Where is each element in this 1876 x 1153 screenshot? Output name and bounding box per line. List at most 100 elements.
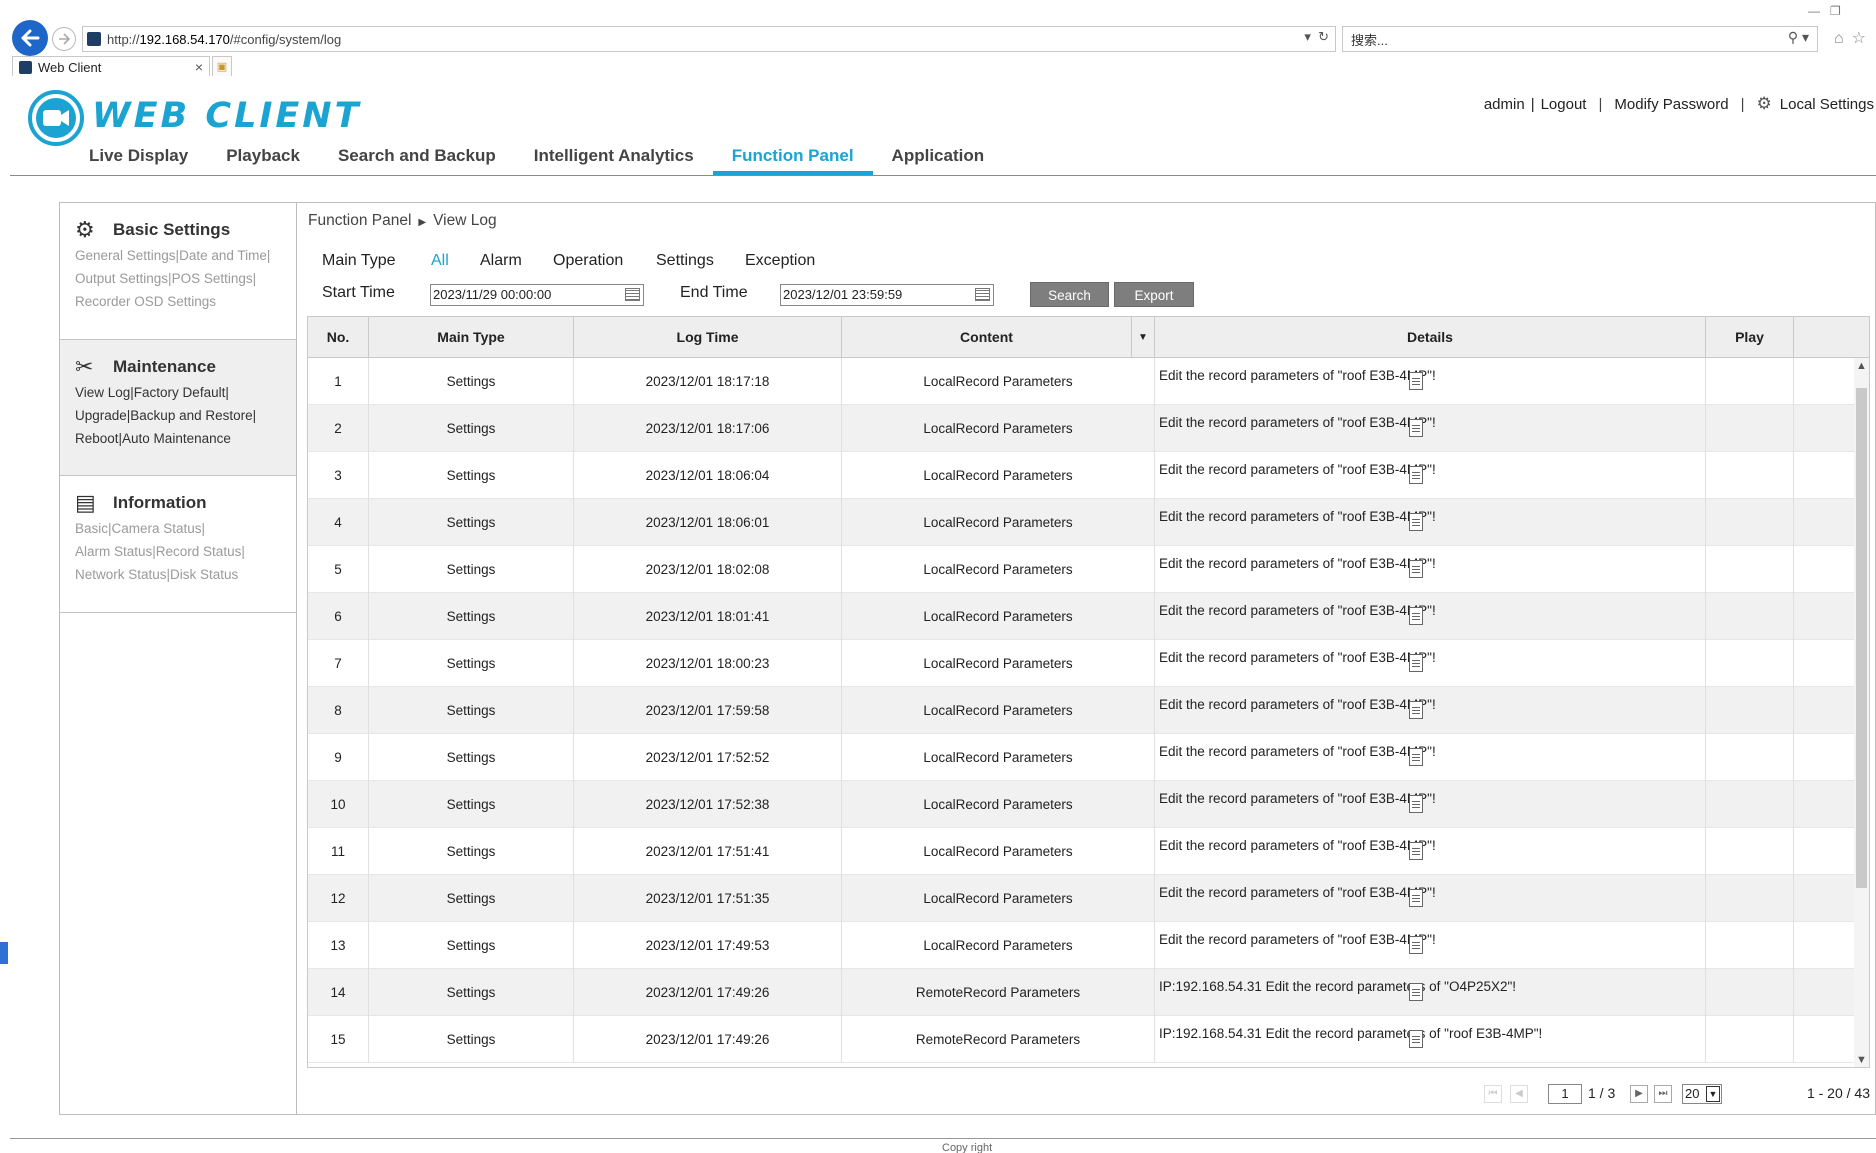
document-icon[interactable]	[1409, 466, 1423, 484]
table-row[interactable]: 13 Settings 2023/12/01 17:49:53 LocalRecord…	[308, 922, 1856, 969]
filter-operation[interactable]: Operation	[553, 252, 656, 270]
new-tab-icon[interactable]: ▣	[212, 56, 232, 78]
cell-play[interactable]	[1706, 546, 1794, 593]
table-row[interactable]: 12 Settings 2023/12/01 17:51:35 LocalRecord…	[308, 875, 1856, 922]
sidebar-links-line[interactable]: Alarm Status|Record Status|	[75, 540, 297, 563]
cell-play[interactable]	[1706, 687, 1794, 734]
document-icon[interactable]	[1409, 889, 1423, 907]
sidebar-section-information[interactable]: ▤ Information Basic|Camera Status| Alarm…	[60, 476, 297, 613]
search-icon[interactable]: ⚲ ▾	[1788, 29, 1809, 46]
cell-play[interactable]	[1706, 593, 1794, 640]
browser-search-input[interactable]: 搜索... ⚲ ▾	[1342, 26, 1818, 52]
filter-settings[interactable]: Settings	[656, 252, 745, 270]
nav-search-and-backup[interactable]: Search and Backup	[319, 144, 515, 175]
sidebar-links-line[interactable]: General Settings|Date and Time|	[75, 244, 297, 267]
start-time-input[interactable]: 2023/11/29 00:00:00	[430, 284, 644, 306]
sidebar-links-line[interactable]: Upgrade|Backup and Restore|	[75, 404, 297, 427]
forward-button[interactable]	[52, 27, 76, 51]
nav-function-panel[interactable]: Function Panel	[712, 144, 873, 175]
table-row[interactable]: 11 Settings 2023/12/01 17:51:41 LocalRecord…	[308, 828, 1856, 875]
table-row[interactable]: 15 Settings 2023/12/01 17:49:26 RemoteRecor…	[308, 1016, 1856, 1063]
export-button[interactable]: Export	[1114, 282, 1194, 307]
cell-play[interactable]	[1706, 1016, 1794, 1063]
cell-play[interactable]	[1706, 640, 1794, 687]
document-icon[interactable]	[1409, 560, 1423, 578]
document-icon[interactable]	[1409, 654, 1423, 672]
sidebar-links-line[interactable]: Output Settings|POS Settings|	[75, 267, 297, 290]
calendar-icon[interactable]	[975, 288, 990, 301]
nav-intelligent-analytics[interactable]: Intelligent Analytics	[515, 144, 713, 175]
scroll-up-icon[interactable]: ▲	[1856, 360, 1867, 372]
end-time-input[interactable]: 2023/12/01 23:59:59	[780, 284, 994, 306]
document-icon[interactable]	[1409, 513, 1423, 531]
first-page-icon[interactable]: ⏮	[1484, 1085, 1502, 1103]
table-row[interactable]: 4 Settings 2023/12/01 18:06:01 LocalRecord …	[308, 499, 1856, 546]
table-scrollbar[interactable]: ▲ ▼	[1854, 358, 1869, 1067]
document-icon[interactable]	[1409, 1030, 1423, 1048]
window-controls[interactable]: — ❐	[1808, 4, 1868, 18]
chevron-down-icon[interactable]: ▼	[1706, 1086, 1720, 1102]
last-page-icon[interactable]: ⏭	[1654, 1085, 1672, 1103]
cell-play[interactable]	[1706, 358, 1794, 405]
document-icon[interactable]	[1409, 372, 1423, 390]
address-bar[interactable]: http://192.168.54.170/#config/system/log…	[82, 26, 1336, 52]
cell-play[interactable]	[1706, 499, 1794, 546]
table-row[interactable]: 1 Settings 2023/12/01 18:17:18 LocalRecord …	[308, 358, 1856, 405]
table-row[interactable]: 5 Settings 2023/12/01 18:02:08 LocalRecord …	[308, 546, 1856, 593]
document-icon[interactable]	[1409, 748, 1423, 766]
side-widget-icon[interactable]	[0, 942, 8, 964]
document-icon[interactable]	[1409, 607, 1423, 625]
local-settings-link[interactable]: Local Settings	[1780, 96, 1874, 113]
content-filter-dropdown-icon[interactable]: ▼	[1132, 317, 1155, 358]
refresh-icon[interactable]: ▾ ↻	[1304, 29, 1329, 45]
sidebar-links-line[interactable]: Recorder OSD Settings	[75, 290, 297, 313]
table-row[interactable]: 2 Settings 2023/12/01 18:17:06 LocalRecord …	[308, 405, 1856, 452]
filter-exception[interactable]: Exception	[745, 252, 815, 270]
nav-playback[interactable]: Playback	[207, 144, 319, 175]
nav-live-display[interactable]: Live Display	[70, 144, 207, 175]
search-button[interactable]: Search	[1030, 282, 1109, 307]
document-icon[interactable]	[1409, 842, 1423, 860]
table-row[interactable]: 7 Settings 2023/12/01 18:00:23 LocalRecord …	[308, 640, 1856, 687]
next-page-icon[interactable]: ▶	[1630, 1085, 1648, 1103]
cell-play[interactable]	[1706, 781, 1794, 828]
table-row[interactable]: 3 Settings 2023/12/01 18:06:04 LocalRecord …	[308, 452, 1856, 499]
page-size-select[interactable]: 20 ▼	[1682, 1084, 1722, 1104]
filter-all[interactable]: All	[431, 252, 480, 270]
sidebar-links-line[interactable]: Basic|Camera Status|	[75, 517, 297, 540]
document-icon[interactable]	[1409, 983, 1423, 1001]
modify-password-link[interactable]: Modify Password	[1614, 96, 1728, 113]
sidebar-links-line[interactable]: Network Status|Disk Status	[75, 563, 297, 586]
prev-page-icon[interactable]: ◀	[1510, 1085, 1528, 1103]
cell-play[interactable]	[1706, 452, 1794, 499]
table-row[interactable]: 10 Settings 2023/12/01 17:52:38 LocalRecord…	[308, 781, 1856, 828]
document-icon[interactable]	[1409, 419, 1423, 437]
sidebar-section-basic-settings[interactable]: ⚙ Basic Settings General Settings|Date a…	[60, 203, 297, 340]
sidebar-section-maintenance[interactable]: ✂ Maintenance View Log|Factory Default| …	[60, 340, 297, 476]
cell-play[interactable]	[1706, 828, 1794, 875]
sidebar-links-line[interactable]: View Log|Factory Default|	[75, 381, 297, 404]
nav-application[interactable]: Application	[873, 144, 1004, 175]
table-row[interactable]: 9 Settings 2023/12/01 17:52:52 LocalRecord …	[308, 734, 1856, 781]
scroll-down-icon[interactable]: ▼	[1856, 1054, 1867, 1066]
close-icon[interactable]: ×	[195, 59, 203, 75]
document-icon[interactable]	[1409, 936, 1423, 954]
page-number-input[interactable]: 1	[1548, 1084, 1582, 1104]
browser-tab[interactable]: Web Client ×	[12, 56, 210, 78]
back-button[interactable]	[12, 20, 48, 56]
table-row[interactable]: 6 Settings 2023/12/01 18:01:41 LocalRecord …	[308, 593, 1856, 640]
calendar-icon[interactable]	[625, 288, 640, 301]
document-icon[interactable]	[1409, 701, 1423, 719]
table-row[interactable]: 8 Settings 2023/12/01 17:59:58 LocalRecord …	[308, 687, 1856, 734]
table-row[interactable]: 14 Settings 2023/12/01 17:49:26 RemoteRecor…	[308, 969, 1856, 1016]
cell-play[interactable]	[1706, 734, 1794, 781]
document-icon[interactable]	[1409, 795, 1423, 813]
home-favorites-icons[interactable]: ⌂☆	[1834, 28, 1874, 48]
cell-play[interactable]	[1706, 922, 1794, 969]
cell-play[interactable]	[1706, 405, 1794, 452]
cell-play[interactable]	[1706, 875, 1794, 922]
sidebar-links-line[interactable]: Reboot|Auto Maintenance	[75, 427, 297, 450]
breadcrumb-parent[interactable]: Function Panel	[308, 212, 411, 229]
cell-play[interactable]	[1706, 969, 1794, 1016]
scrollbar-thumb[interactable]	[1856, 388, 1867, 888]
